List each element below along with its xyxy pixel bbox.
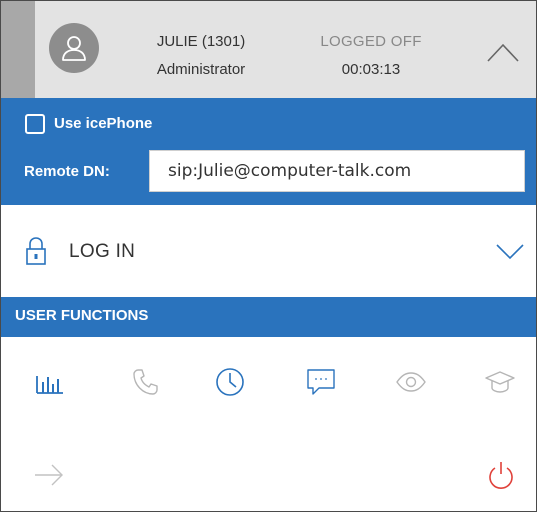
clock-icon[interactable] xyxy=(214,366,246,398)
remote-dn-input[interactable] xyxy=(149,150,525,192)
status-timer: 00:03:13 xyxy=(341,61,401,78)
phone-icon[interactable] xyxy=(129,366,161,398)
login-row[interactable]: LOG IN xyxy=(1,205,536,297)
remote-dn-label: Remote DN: xyxy=(24,163,110,180)
power-icon[interactable] xyxy=(485,459,517,491)
chat-icon[interactable] xyxy=(305,366,337,398)
header-drag-stripe[interactable] xyxy=(1,1,35,98)
user-role: Administrator xyxy=(156,61,246,78)
chevron-up-icon xyxy=(487,43,519,62)
graduation-cap-icon[interactable] xyxy=(484,366,516,398)
chevron-down-icon xyxy=(496,244,524,260)
collapse-button[interactable] xyxy=(483,39,523,65)
user-functions-title: USER FUNCTIONS xyxy=(15,307,149,324)
agent-panel: JULIE (1301) Administrator LOGGED OFF 00… xyxy=(0,0,537,512)
status-label: LOGGED OFF xyxy=(320,33,422,50)
arrow-right-icon[interactable] xyxy=(33,459,65,491)
bar-chart-icon[interactable] xyxy=(34,366,66,398)
use-icephone-checkbox[interactable] xyxy=(25,114,45,134)
user-avatar-icon xyxy=(62,36,86,61)
lock-icon xyxy=(26,237,46,265)
eye-icon[interactable] xyxy=(395,366,427,398)
use-icephone-label: Use icePhone xyxy=(54,115,153,132)
agent-header: JULIE (1301) Administrator LOGGED OFF 00… xyxy=(1,1,536,98)
login-label: LOG IN xyxy=(69,241,136,262)
user-name: JULIE (1301) xyxy=(156,33,246,50)
avatar xyxy=(49,23,99,73)
